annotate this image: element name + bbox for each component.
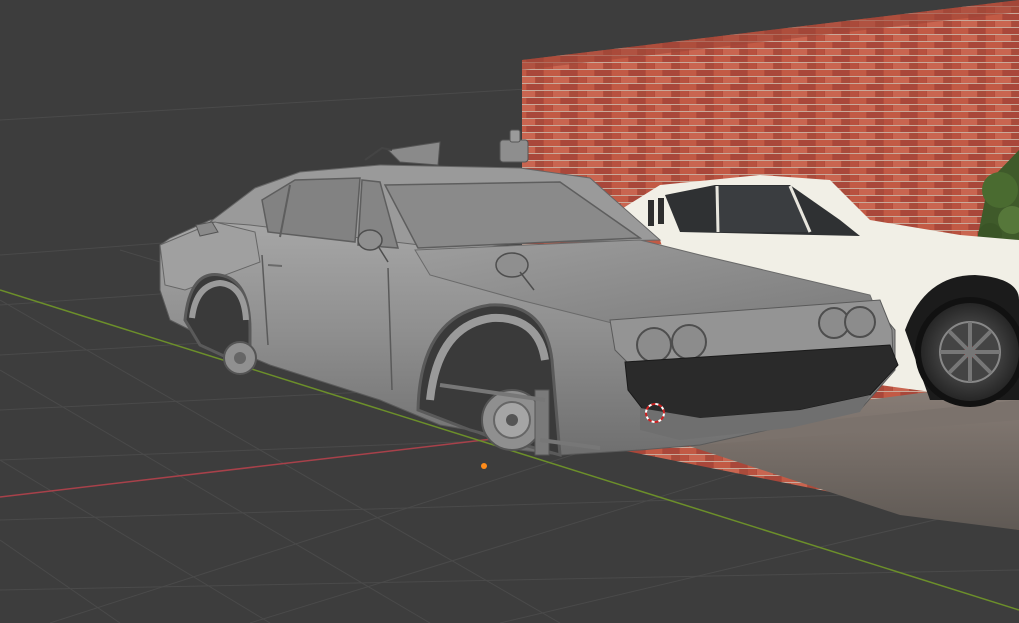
viewport-canvas[interactable]	[0, 0, 1019, 623]
roof-accessories	[364, 129, 529, 166]
3d-viewport[interactable]	[0, 0, 1019, 623]
object-origin-marker[interactable]	[481, 463, 487, 469]
rear-brake-assembly	[223, 341, 257, 375]
